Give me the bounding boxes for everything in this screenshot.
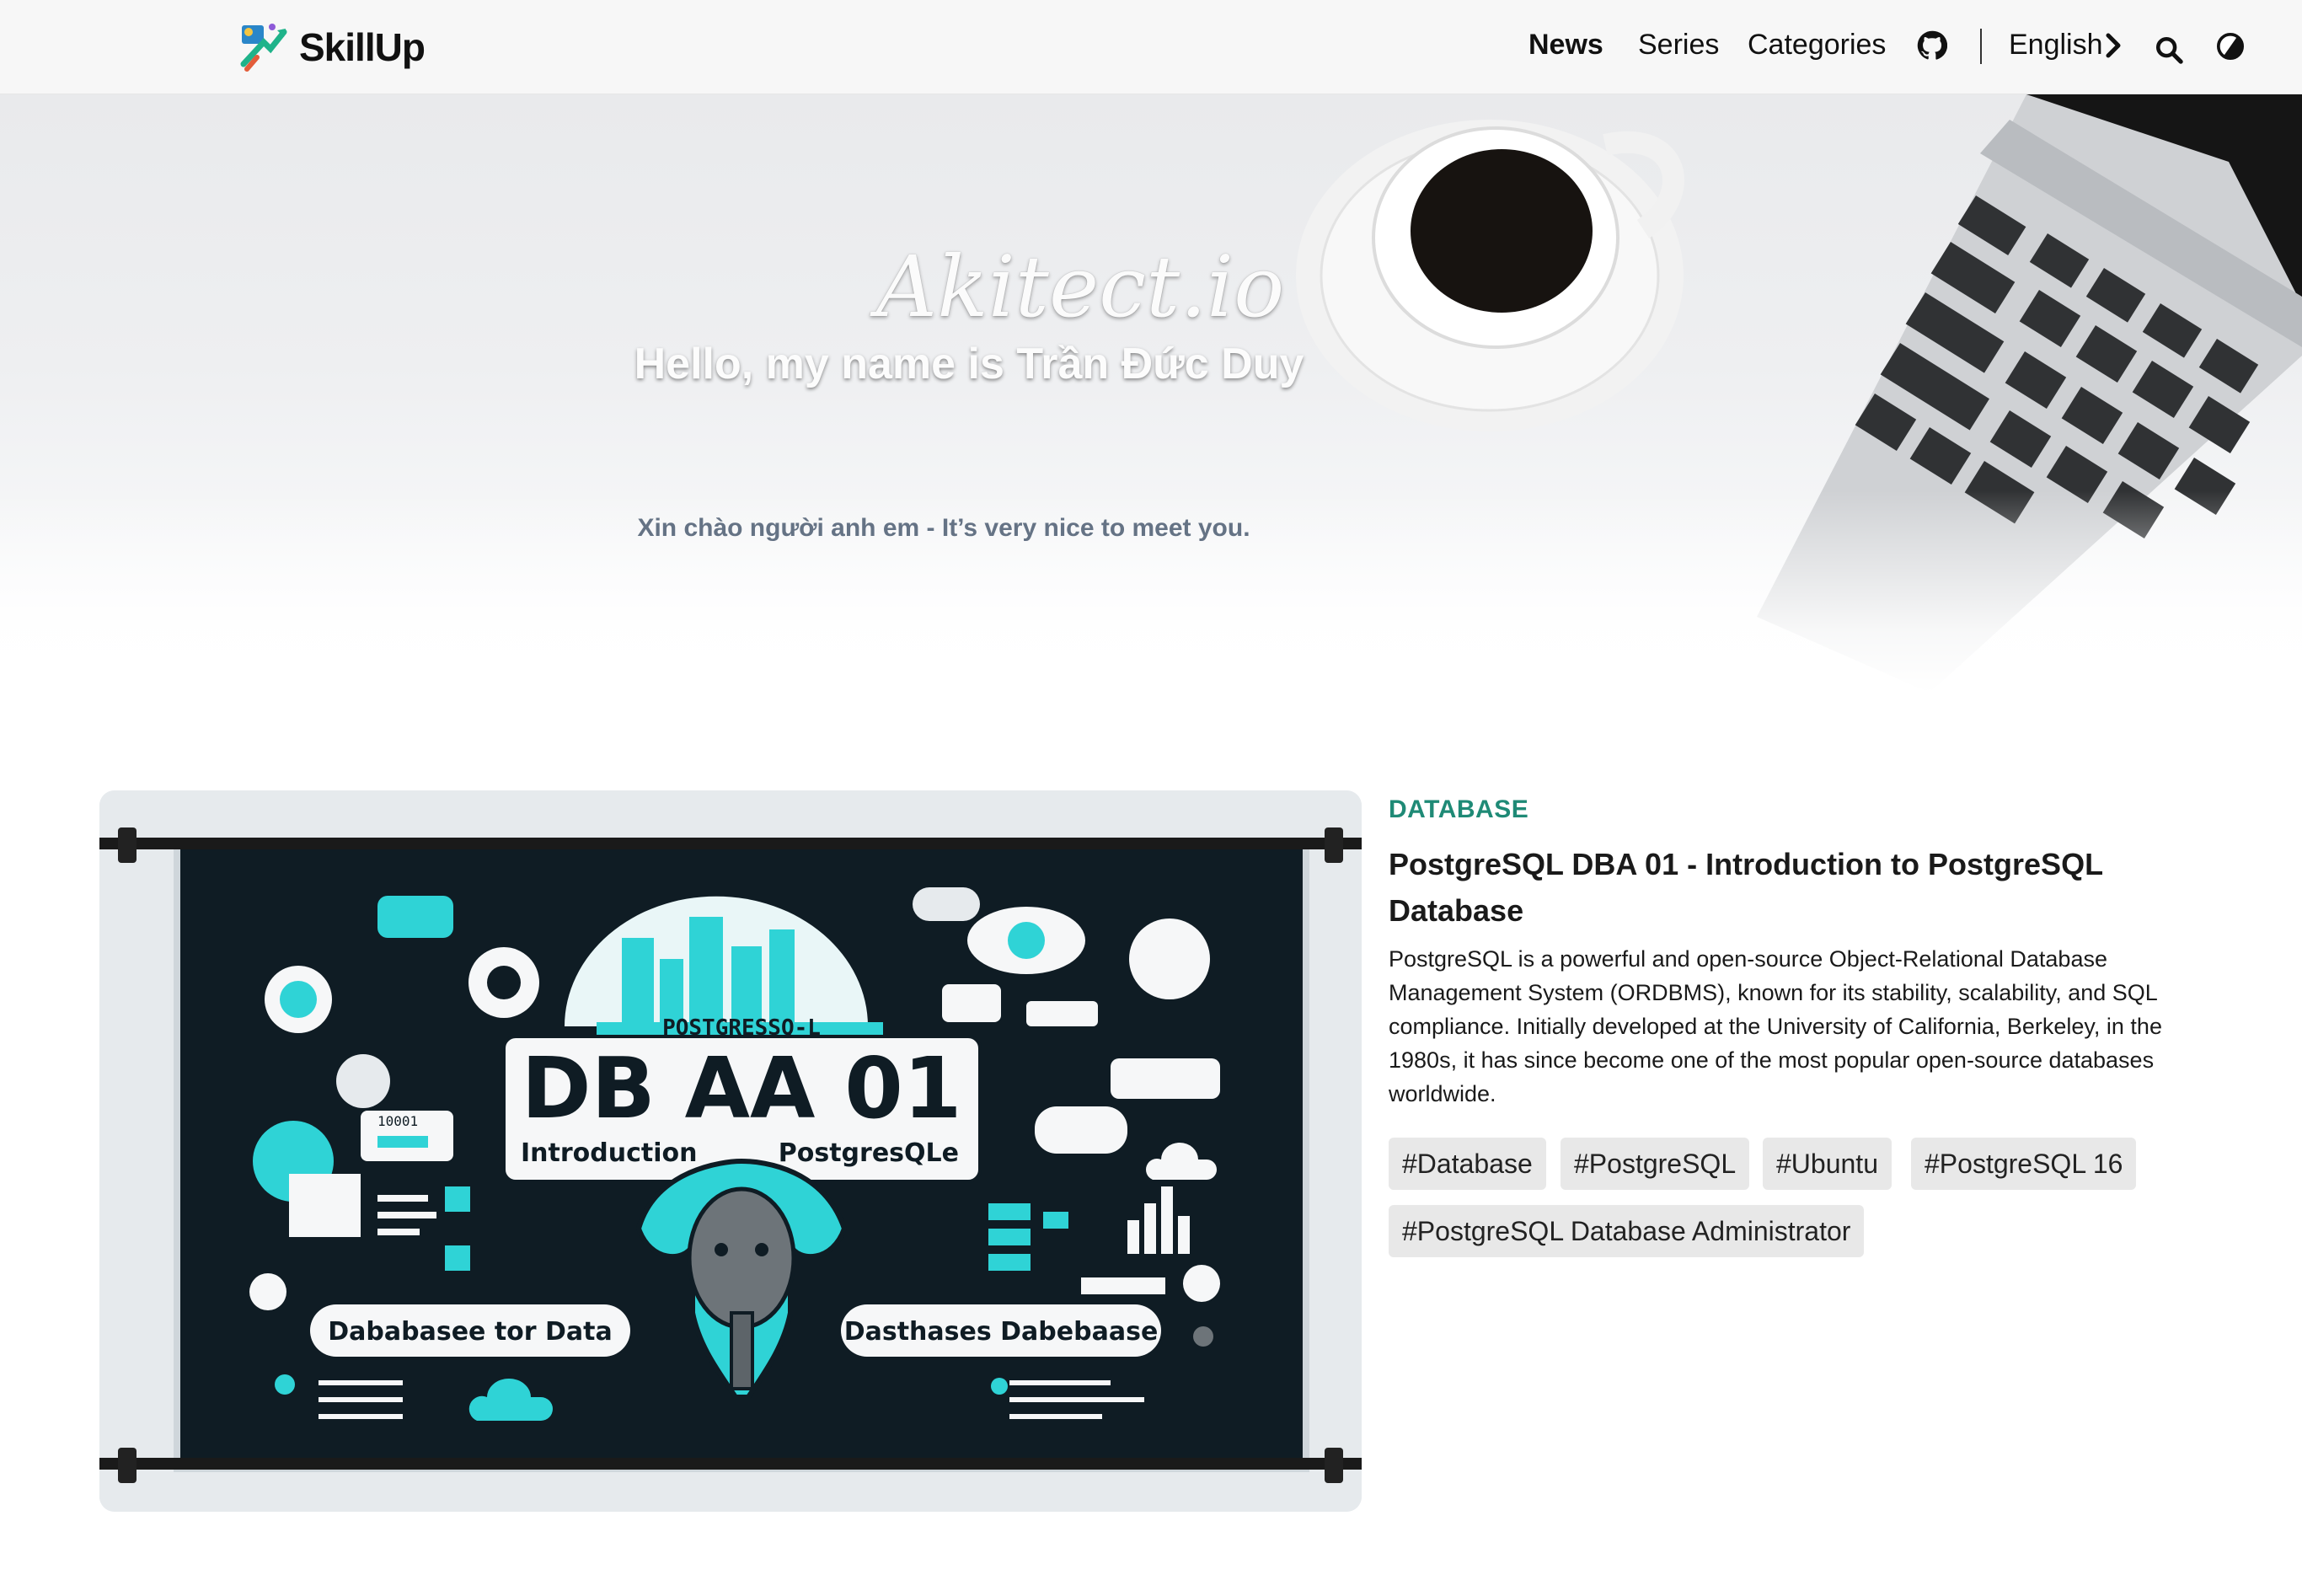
banner-headline: DB AA 01	[522, 1039, 962, 1138]
tag-database[interactable]: #Database	[1389, 1138, 1546, 1190]
hero-site-logo: Akitect.io	[876, 238, 1285, 336]
nav-news[interactable]: News	[1528, 29, 1603, 62]
top-navbar: SkillUp News Series Categories English	[0, 0, 2302, 94]
tag-postgresql[interactable]: #PostgreSQL	[1561, 1138, 1750, 1190]
nav-series[interactable]: Series	[1638, 29, 1719, 62]
post-excerpt: PostgreSQL is a powerful and open-source…	[1389, 946, 2162, 1106]
post-category-link[interactable]: DATABASE	[1389, 795, 1528, 824]
brand-name: SkillUp	[299, 25, 426, 69]
banner-line-right: PostgresQLe	[779, 1138, 959, 1168]
postgresql-banner-illustration: POSTGRESSQ-L DB AA 01 Introduction Postg…	[99, 790, 1362, 1512]
language-switcher[interactable]: English	[2009, 29, 2103, 62]
chevron-right-icon[interactable]	[2103, 30, 2123, 61]
hero-title: Hello, my name is Trần Đức Duy	[634, 340, 1304, 388]
nav-divider	[1980, 29, 1982, 64]
banner-binary: 10001	[377, 1113, 418, 1129]
github-icon[interactable]	[1917, 30, 1947, 61]
post-thumbnail[interactable]: POSTGRESSQ-L DB AA 01 Introduction Postg…	[99, 790, 1362, 1512]
nav-categories[interactable]: Categories	[1748, 29, 1886, 62]
language-label: English	[2009, 29, 2103, 61]
skillup-logo-icon	[240, 24, 287, 72]
tag-ubuntu[interactable]: #Ubuntu	[1763, 1138, 1892, 1190]
banner-pill-left: Dababasee tor Data	[328, 1317, 613, 1347]
banner-line-left: Introduction	[521, 1138, 697, 1168]
search-icon[interactable]	[2155, 35, 2183, 64]
tag-postgresql-16[interactable]: #PostgreSQL 16	[1911, 1138, 2137, 1190]
hero-banner: Akitect.io Hello, my name is Trần Đức Du…	[0, 94, 2302, 693]
hero-subtitle: Xin chào người anh em - It’s very nice t…	[637, 514, 1250, 542]
post-title-link[interactable]: PostgreSQL DBA 01 - Introduction to Post…	[1389, 841, 2214, 934]
theme-toggle-icon[interactable]	[2216, 32, 2245, 61]
banner-pill-right: Dasthases Dabebaase	[844, 1317, 1159, 1347]
brand-link[interactable]: SkillUp	[238, 13, 426, 81]
tag-postgresql-dba[interactable]: #PostgreSQL Database Administrator	[1389, 1205, 1865, 1257]
